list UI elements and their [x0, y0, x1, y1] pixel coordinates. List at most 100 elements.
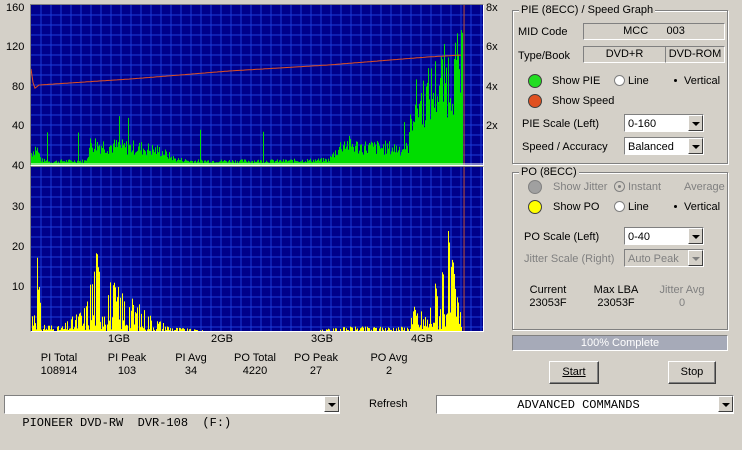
pie-group-title: PIE (8ECC) / Speed Graph [519, 4, 656, 16]
stat-value: 34 [184, 365, 198, 377]
po-y-tick: 10 [12, 281, 25, 293]
stat-value: 103 [117, 365, 137, 377]
pie-graph [30, 4, 484, 166]
stat-po-peak: PO Peak 27 [281, 352, 351, 378]
x-tick: 1GB [108, 333, 131, 345]
po-y-tick: 20 [12, 241, 25, 253]
show-po-label[interactable]: Show PO [553, 201, 599, 213]
pie-line-label[interactable]: Line [628, 75, 649, 87]
speed-accuracy-value: Balanced [628, 141, 674, 153]
drive-select[interactable]: PIONEER DVD-RW DVR-108 (F:) [4, 395, 340, 430]
pie-vertical-label[interactable]: Vertical [684, 75, 720, 87]
po-scale-label: PO Scale (Left) [524, 231, 600, 243]
show-speed-label[interactable]: Show Speed [552, 95, 614, 107]
chevron-down-icon[interactable] [688, 115, 703, 131]
speed-tick: 8x [486, 2, 498, 14]
po-chart-svg [31, 167, 483, 331]
jitter-color-swatch [528, 180, 542, 194]
jitter-average-label: Average [684, 181, 725, 193]
x-tick: 3GB [311, 333, 334, 345]
max-lba-value: 23053F [597, 297, 635, 309]
jitter-scale-select: Auto Peak [624, 249, 704, 267]
chevron-down-icon[interactable] [688, 228, 703, 244]
stop-label: Stop [680, 366, 704, 378]
pie-scale-label: PIE Scale (Left) [522, 118, 600, 130]
type-book-label: Type/Book [518, 50, 570, 62]
po-group-title: PO (8ECC) [519, 166, 579, 178]
po-vertical-radio[interactable] [670, 201, 681, 212]
jitter-avg: Jitter Avg 0 [652, 284, 712, 310]
progress-bar: 100% Complete [512, 335, 728, 351]
pie-y-tick: 40 [12, 120, 25, 132]
jitter-scale-value: Auto Peak [628, 253, 679, 265]
stat-value: 4220 [242, 365, 268, 377]
stat-po-total: PO Total 4220 [220, 352, 290, 378]
stat-label: PO Total [234, 352, 276, 364]
show-jitter-label: Show Jitter [553, 181, 608, 193]
speed-tick: 2x [486, 120, 498, 132]
max-lba: Max LBA 23053F [588, 284, 644, 310]
start-button[interactable]: Start [549, 361, 599, 384]
po-color-swatch[interactable] [528, 200, 542, 214]
speed-line [31, 54, 462, 90]
jitter-instant-label: Instant [628, 181, 662, 193]
po-line-radio[interactable] [614, 201, 625, 212]
jitter-instant-radio [614, 181, 625, 192]
chevron-down-icon[interactable] [688, 138, 703, 154]
speed-tick: 6x [486, 41, 498, 53]
mid-code-value: MCC 003 [583, 23, 725, 40]
disc-type-value: DVD+R [583, 46, 666, 63]
jitter-avg-label: Jitter Avg [659, 284, 705, 296]
show-pie-label[interactable]: Show PIE [552, 75, 600, 87]
po-vertical-label[interactable]: Vertical [684, 201, 720, 213]
stat-label: PI Total [40, 352, 78, 364]
chevron-down-icon [688, 250, 703, 266]
stat-label: PO Avg [370, 352, 408, 364]
stat-label: PI Avg [175, 352, 207, 364]
pie-scale-value: 0-160 [628, 118, 657, 130]
book-type-value: DVD-ROM [665, 46, 725, 63]
stat-value: 2 [385, 365, 393, 377]
speed-accuracy-label: Speed / Accuracy [522, 141, 608, 153]
mid-code-label: MID Code [518, 26, 568, 38]
speed-color-swatch[interactable] [528, 94, 542, 108]
po-scale-select[interactable]: 0-40 [624, 227, 704, 245]
x-tick: 2GB [211, 333, 234, 345]
stat-pi-peak: PI Peak 103 [92, 352, 162, 378]
jitter-avg-value: 0 [678, 297, 686, 309]
pie-y-tick: 80 [12, 81, 25, 93]
pie-y-tick: 40 [12, 160, 25, 172]
stat-value: 27 [309, 365, 323, 377]
speed-accuracy-select[interactable]: Balanced [624, 137, 704, 155]
pie-scale-select[interactable]: 0-160 [624, 114, 704, 132]
pie-color-swatch[interactable] [528, 74, 542, 88]
x-tick: 4GB [411, 333, 434, 345]
advanced-commands-value: ADVANCED COMMANDS [517, 398, 640, 412]
po-graph [30, 166, 484, 332]
chevron-down-icon[interactable] [718, 396, 733, 412]
current-value: 23053F [529, 297, 567, 309]
speed-tick: 4x [486, 81, 498, 93]
pie-line-radio[interactable] [614, 75, 625, 86]
advanced-commands-select[interactable]: ADVANCED COMMANDS [436, 395, 734, 414]
po-scale-value: 0-40 [628, 231, 651, 243]
stat-po-avg: PO Avg 2 [354, 352, 424, 378]
po-line-label[interactable]: Line [628, 201, 649, 213]
pie-vertical-radio[interactable] [670, 75, 681, 86]
stat-value: 108914 [40, 365, 78, 377]
po-y-tick: 30 [12, 201, 25, 213]
stat-label: PI Peak [107, 352, 147, 364]
current-label: Current [529, 284, 567, 296]
drive-value: PIONEER DVD-RW DVR-108 (F:) [22, 416, 232, 430]
pie-chart-svg [31, 5, 483, 165]
refresh-button[interactable]: Refresh [369, 398, 408, 410]
max-lba-label: Max LBA [593, 284, 639, 296]
pie-y-tick: 160 [6, 2, 25, 14]
stat-pi-total: PI Total 108914 [24, 352, 94, 378]
stop-button[interactable]: Stop [668, 361, 716, 384]
jitter-average-radio [670, 181, 681, 192]
pie-y-tick: 120 [6, 41, 25, 53]
current-lba: Current 23053F [522, 284, 574, 310]
stat-label: PO Peak [293, 352, 339, 364]
chevron-down-icon[interactable] [324, 396, 339, 412]
